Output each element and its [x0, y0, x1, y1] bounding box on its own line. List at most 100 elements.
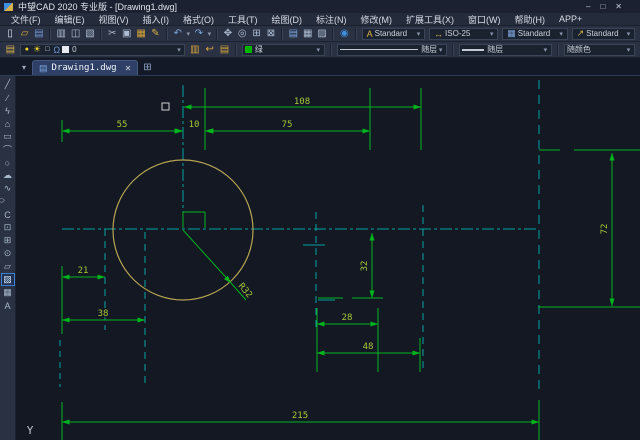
circle-icon[interactable]: ○	[1, 156, 15, 169]
revision-cloud-icon[interactable]: ☁	[1, 169, 15, 182]
ellipse-icon[interactable]: ○	[0, 195, 18, 208]
menu-draw[interactable]: 绘图(D)	[265, 13, 310, 26]
chevron-down-icon[interactable]: ▾	[488, 30, 495, 38]
maximize-button[interactable]: □	[600, 3, 605, 11]
tool-palette-icon[interactable]: ▦	[301, 27, 315, 40]
line-icon[interactable]: ╱	[1, 78, 15, 91]
chevron-down-icon[interactable]: ▾	[415, 30, 422, 38]
menu-help[interactable]: 帮助(H)	[508, 13, 553, 26]
point-icon[interactable]: ⊙	[1, 247, 15, 260]
zoom-previous-icon[interactable]: ⊠	[264, 27, 278, 40]
undo-icon[interactable]: ↶	[171, 27, 185, 40]
mleader-style-combo[interactable]: ↗ Standard ▾	[572, 28, 635, 40]
undo-dropdown-caret[interactable]: ▾	[185, 30, 192, 38]
open-file-icon[interactable]: ▱	[17, 27, 31, 40]
design-center-icon[interactable]: ▨	[315, 27, 329, 40]
copy-icon[interactable]: ▣	[120, 27, 134, 40]
insert-block-icon[interactable]: ⊡	[1, 221, 15, 234]
layer-plot-icon[interactable]: □	[45, 46, 49, 53]
publish-icon[interactable]: ▧	[83, 27, 97, 40]
layer-previous-icon[interactable]: ↩	[202, 43, 217, 56]
chevron-down-icon[interactable]: ▾	[625, 46, 632, 54]
menu-window[interactable]: 窗口(W)	[461, 13, 508, 26]
hatch-icon[interactable]: ▨	[1, 273, 15, 286]
tab-label: Drawing1.dwg	[52, 63, 117, 73]
menu-insert[interactable]: 插入(I)	[136, 13, 177, 26]
new-drawing-tab-button[interactable]: ⊞	[138, 62, 156, 75]
dim-215: 215	[292, 411, 308, 421]
menu-modify[interactable]: 修改(M)	[354, 13, 400, 26]
polyline-icon[interactable]: ϟ	[1, 104, 15, 117]
menu-format[interactable]: 格式(O)	[176, 13, 221, 26]
mtext-icon[interactable]: A	[1, 299, 15, 312]
menu-file[interactable]: 文件(F)	[4, 13, 48, 26]
chevron-down-icon[interactable]: ▾	[625, 30, 632, 38]
zoom-realtime-icon[interactable]: ◎	[235, 27, 249, 40]
lineweight-sample	[462, 49, 484, 51]
close-button[interactable]: ✕	[615, 3, 622, 11]
chevron-down-icon[interactable]: ▾	[315, 46, 322, 54]
layer-on-icon[interactable]: ●	[25, 46, 29, 53]
main-area: ╱ ∕ ϟ ⌂ ▭ ⌒ ○ ☁ ∿ ○ C ⊡ ⊞ ⊙ ▱ ▨ ▦ A	[0, 76, 640, 440]
color-combo[interactable]: 绿 ▾	[242, 44, 325, 56]
dim-style-combo[interactable]: ↔ ISO-25 ▾	[429, 28, 498, 40]
polygon-icon[interactable]: ⌂	[1, 117, 15, 130]
print-preview-icon[interactable]: ◫	[68, 27, 82, 40]
chevron-down-icon[interactable]: ▾	[542, 46, 549, 54]
tab-list-caret[interactable]: ▾	[0, 63, 32, 75]
make-layer-current-icon[interactable]: ▥	[187, 43, 202, 56]
chevron-down-icon[interactable]: ▾	[558, 30, 565, 38]
properties-icon[interactable]: ▤	[286, 27, 300, 40]
chevron-down-icon[interactable]: ▾	[437, 46, 444, 54]
standard-toolbar: ▯ ▱ ▤ ▥ ◫ ▧ ✂ ▣ ▦ ✎ ↶ ▾ ↷ ▾ ✥ ◎ ⊞ ⊠ ▤ ▦ …	[0, 26, 640, 42]
text-style-value: Standard	[375, 29, 415, 38]
spline-icon[interactable]: ∿	[1, 182, 15, 195]
construction-line-icon[interactable]: ∕	[1, 91, 15, 104]
table-style-combo[interactable]: ▦ Standard ▾	[502, 28, 567, 40]
match-properties-icon[interactable]: ✎	[148, 27, 162, 40]
table-icon[interactable]: ▦	[1, 286, 15, 299]
chevron-down-icon[interactable]: ▾	[175, 46, 182, 54]
menu-express-tools[interactable]: 扩展工具(X)	[399, 13, 461, 26]
dim-48: 48	[363, 342, 374, 352]
linetype-value: 随层	[421, 44, 437, 55]
menu-view[interactable]: 视图(V)	[92, 13, 136, 26]
menu-dimension[interactable]: 标注(N)	[309, 13, 354, 26]
ellipse-arc-icon[interactable]: C	[1, 208, 15, 221]
redo-dropdown-caret[interactable]: ▾	[206, 30, 213, 38]
drawing-viewport[interactable]: 108 55 10 75 21 38 28 48 215 32 72 R32 Y	[16, 76, 640, 440]
redo-icon[interactable]: ↷	[192, 27, 206, 40]
layer-freeze-icon[interactable]: ☀	[33, 44, 41, 55]
new-file-icon[interactable]: ▯	[3, 27, 17, 40]
dim-108: 108	[294, 97, 310, 107]
linetype-combo[interactable]: 随层 ▾	[337, 44, 447, 56]
text-style-combo[interactable]: A Standard ▾	[362, 28, 425, 40]
minimize-button[interactable]: –	[586, 3, 590, 11]
drawing-canvas[interactable]: 108 55 10 75 21 38 28 48 215 32 72 R32 Y	[16, 76, 640, 440]
layer-lock-icon[interactable]: Ω	[53, 45, 60, 55]
layer-manager-icon[interactable]: ▤	[3, 43, 18, 56]
save-icon[interactable]: ▤	[32, 27, 46, 40]
tab-drawing1[interactable]: ▤ Drawing1.dwg ✕	[32, 60, 138, 75]
feature-lines[interactable]	[62, 88, 640, 440]
dimension-lines[interactable]	[62, 107, 612, 422]
arc-icon[interactable]: ⌒	[1, 143, 15, 156]
centerlines[interactable]	[60, 80, 539, 390]
plot-style-combo[interactable]: 随颜色 ▾	[564, 44, 635, 56]
lineweight-combo[interactable]: 随层 ▾	[459, 44, 552, 56]
menu-app-plus[interactable]: APP+	[552, 14, 589, 24]
region-icon[interactable]: ▱	[1, 260, 15, 273]
tab-close-icon[interactable]: ✕	[125, 64, 132, 73]
help-icon[interactable]: ◉	[337, 27, 351, 40]
menu-tools[interactable]: 工具(T)	[221, 13, 265, 26]
paste-icon[interactable]: ▦	[134, 27, 148, 40]
rectangle-icon[interactable]: ▭	[1, 130, 15, 143]
print-icon[interactable]: ▥	[54, 27, 68, 40]
layer-combo[interactable]: ● ☀ □ Ω 0 ▾	[20, 44, 186, 56]
menu-edit[interactable]: 编辑(E)	[48, 13, 92, 26]
layer-states-icon[interactable]: ▤	[217, 43, 232, 56]
cut-icon[interactable]: ✂	[105, 27, 119, 40]
make-block-icon[interactable]: ⊞	[1, 234, 15, 247]
pan-icon[interactable]: ✥	[221, 27, 235, 40]
zoom-window-icon[interactable]: ⊞	[249, 27, 263, 40]
